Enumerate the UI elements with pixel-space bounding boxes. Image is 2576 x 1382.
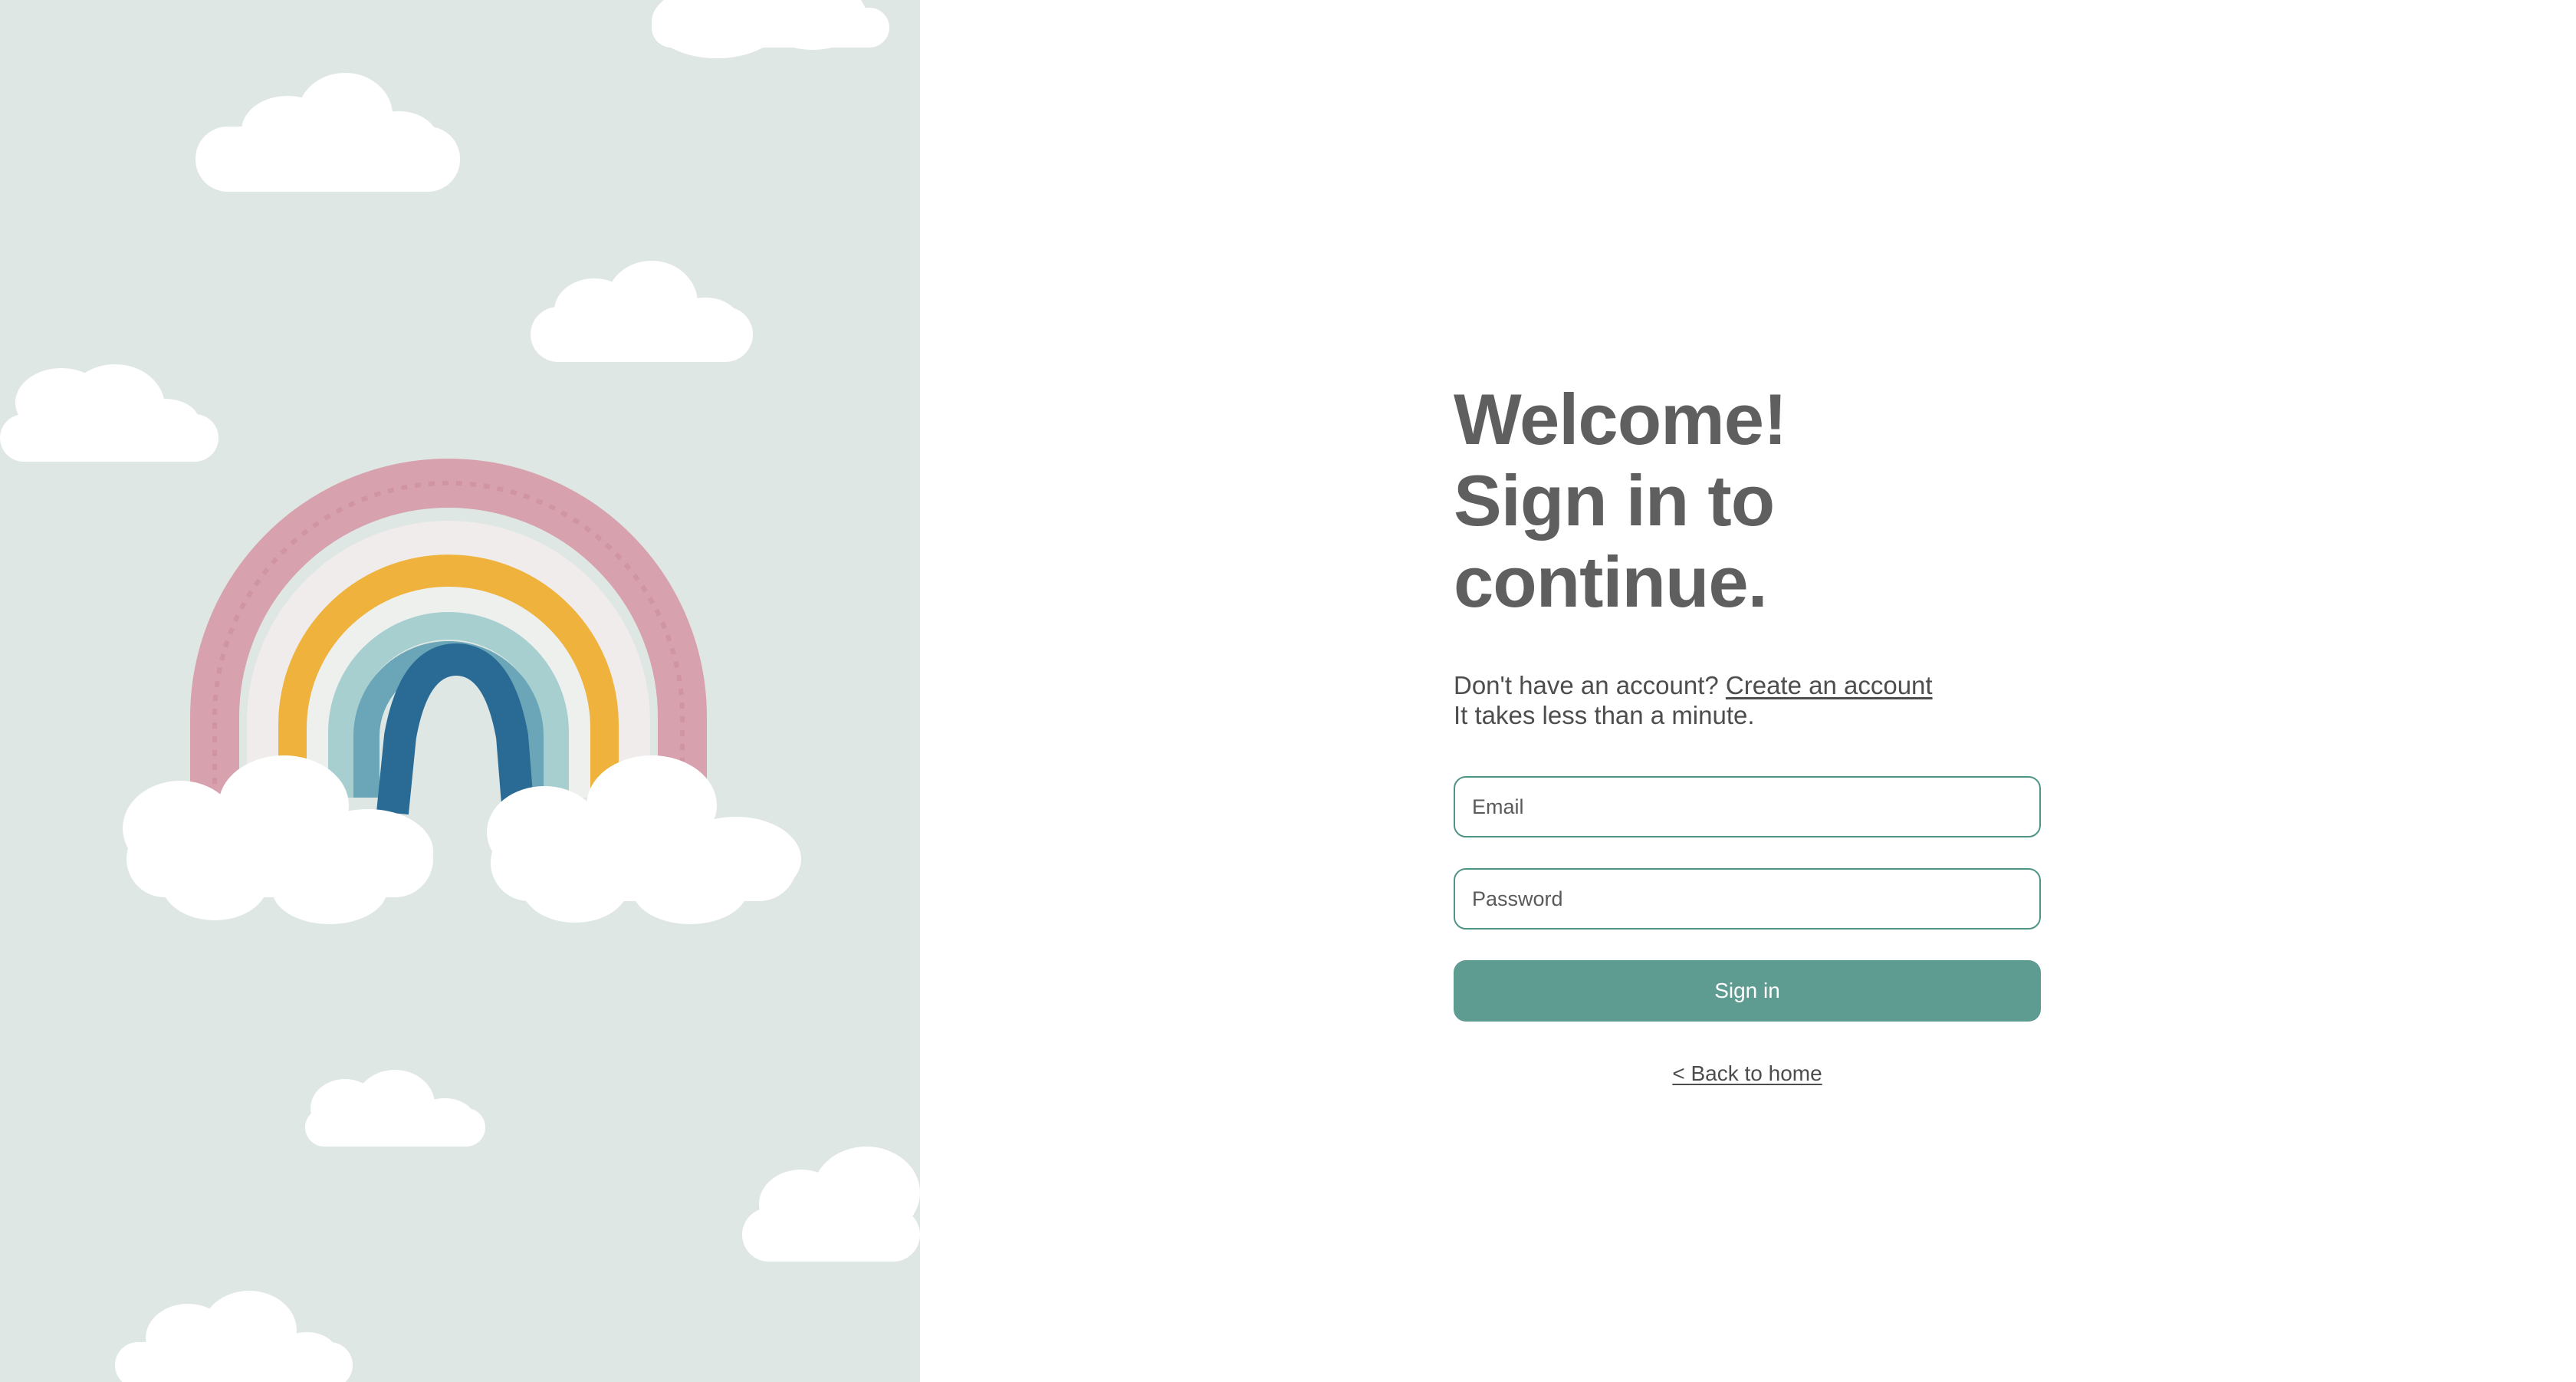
create-account-link[interactable]: Create an account	[1726, 671, 1933, 699]
signup-note: It takes less than a minute.	[1454, 701, 1755, 729]
signup-prompt: Don't have an account? Create an account…	[1454, 670, 2041, 730]
email-input[interactable]	[1454, 776, 2041, 837]
cloud-lower	[305, 1070, 485, 1147]
hero-illustration-panel	[0, 0, 920, 1382]
cloud-lower-right	[742, 1147, 920, 1262]
sign-in-button[interactable]: Sign in	[1454, 960, 2041, 1022]
back-to-home-link[interactable]: < Back to home	[1672, 1061, 1822, 1085]
password-input[interactable]	[1454, 868, 2041, 930]
signup-prompt-text: Don't have an account?	[1454, 671, 1719, 699]
cloud-upper-left	[196, 73, 460, 192]
title-line-sign-in: Sign in to continue.	[1454, 460, 1775, 622]
sign-in-form: Welcome! Sign in to continue. Don't have…	[1454, 379, 2041, 1086]
back-link-container: < Back to home	[1454, 1061, 2041, 1086]
cloud-top-right	[652, 0, 889, 58]
page-title: Welcome! Sign in to continue.	[1454, 379, 2041, 623]
cloud-middle	[531, 261, 753, 362]
cloud-left	[0, 364, 219, 462]
cloud-bottom	[115, 1291, 353, 1382]
title-line-welcome: Welcome!	[1454, 379, 1787, 459]
sign-in-page: Welcome! Sign in to continue. Don't have…	[0, 0, 2576, 1382]
sign-in-panel: Welcome! Sign in to continue. Don't have…	[920, 0, 2576, 1382]
rainbow-illustration	[0, 0, 920, 1382]
